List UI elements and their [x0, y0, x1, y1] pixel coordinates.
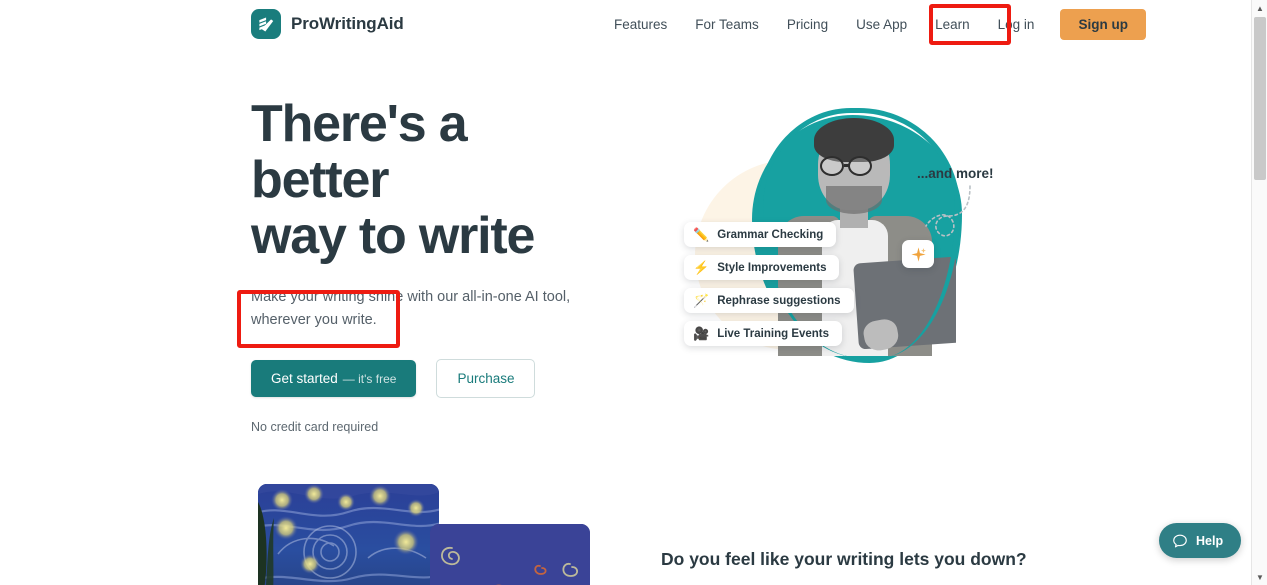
feature-chip-style-improvements: ⚡ Style Improvements — [684, 255, 840, 280]
feature-chip-grammar-checking: ✏️ Grammar Checking — [684, 222, 837, 247]
no-credit-card-note: No credit card required — [251, 420, 379, 434]
help-button[interactable]: Help — [1159, 523, 1242, 558]
hero-subtitle-line-1: Make your writing shine with our all-in-… — [251, 289, 571, 305]
glasses-right-lens — [848, 156, 872, 176]
vertical-scrollbar[interactable]: ▲ ▼ — [1251, 0, 1267, 585]
feature-chip-live-training-events: 🎥 Live Training Events — [684, 321, 843, 346]
hero-content: There's a better way to write Make your … — [251, 96, 611, 434]
nav-link-features[interactable]: Features — [600, 17, 681, 32]
blue-doodle-card — [430, 524, 590, 585]
feature-chip-label: Style Improvements — [717, 261, 827, 274]
scroll-up-arrow-icon[interactable]: ▲ — [1252, 0, 1267, 16]
feature-chip-label: Live Training Events — [717, 327, 830, 340]
site-header: ProWritingAid Features For Teams Pricing… — [0, 0, 1251, 49]
nav-link-learn[interactable]: Learn — [921, 17, 984, 32]
magic-wand-icon: 🪄 — [693, 293, 710, 308]
video-camera-icon: 🎥 — [693, 326, 710, 341]
hero-title-line-1: There's a better — [251, 95, 468, 209]
hero-title-line-2: way to write — [251, 207, 535, 265]
cta-row: Get started — it's free Purchase — [251, 359, 611, 398]
purchase-button[interactable]: Purchase — [436, 359, 536, 398]
help-label: Help — [1196, 533, 1224, 548]
nav-link-pricing[interactable]: Pricing — [773, 17, 842, 32]
page-viewport: ProWritingAid Features For Teams Pricing… — [0, 0, 1251, 585]
hero-subtitle-line-2: wherever you write. — [251, 312, 377, 328]
feature-chip-rephrase-suggestions: 🪄 Rephrase suggestions — [684, 288, 854, 313]
dotted-arrow-icon — [925, 185, 971, 237]
nav-link-use-app[interactable]: Use App — [842, 17, 921, 32]
sign-up-button[interactable]: Sign up — [1060, 9, 1146, 40]
nav-link-for-teams[interactable]: For Teams — [681, 17, 773, 32]
get-started-button[interactable]: Get started — it's free — [251, 360, 417, 397]
feature-chip-list: ✏️ Grammar Checking ⚡ Style Improvements… — [684, 222, 854, 346]
get-started-free-note: — it's free — [342, 372, 397, 386]
brand-name: ProWritingAid — [291, 14, 404, 33]
get-started-label: Get started — [271, 371, 338, 386]
glasses-left-lens — [820, 156, 844, 176]
brand-logo-link[interactable]: ProWritingAid — [251, 9, 404, 39]
and-more-annotation: ...and more! — [917, 166, 994, 181]
hero-illustration: ✏️ Grammar Checking ⚡ Style Improvements… — [640, 100, 1040, 380]
nav-link-log-in[interactable]: Log in — [984, 17, 1049, 32]
main-navigation: Features For Teams Pricing Use App Learn… — [600, 0, 1146, 49]
book-logo-icon — [251, 9, 281, 39]
pencil-icon: ✏️ — [693, 227, 710, 242]
glasses-bridge — [844, 164, 850, 167]
hero-subtitle: Make your writing shine with our all-in-… — [251, 286, 571, 332]
section-heading: Do you feel like your writing lets you d… — [661, 549, 1027, 569]
hair-shape — [814, 118, 894, 162]
scrollbar-thumb[interactable] — [1254, 17, 1266, 180]
beard-shape — [826, 186, 882, 214]
feature-chip-label: Grammar Checking — [717, 228, 824, 241]
page-title: There's a better way to write — [251, 96, 611, 264]
scroll-down-arrow-icon[interactable]: ▼ — [1252, 569, 1267, 585]
lightning-icon: ⚡ — [693, 260, 710, 275]
starry-night-card — [258, 484, 439, 585]
doodle-pattern-image — [430, 524, 590, 585]
feature-chip-label: Rephrase suggestions — [717, 294, 841, 307]
starry-night-image — [258, 484, 439, 585]
chat-bubble-icon — [1173, 534, 1187, 547]
